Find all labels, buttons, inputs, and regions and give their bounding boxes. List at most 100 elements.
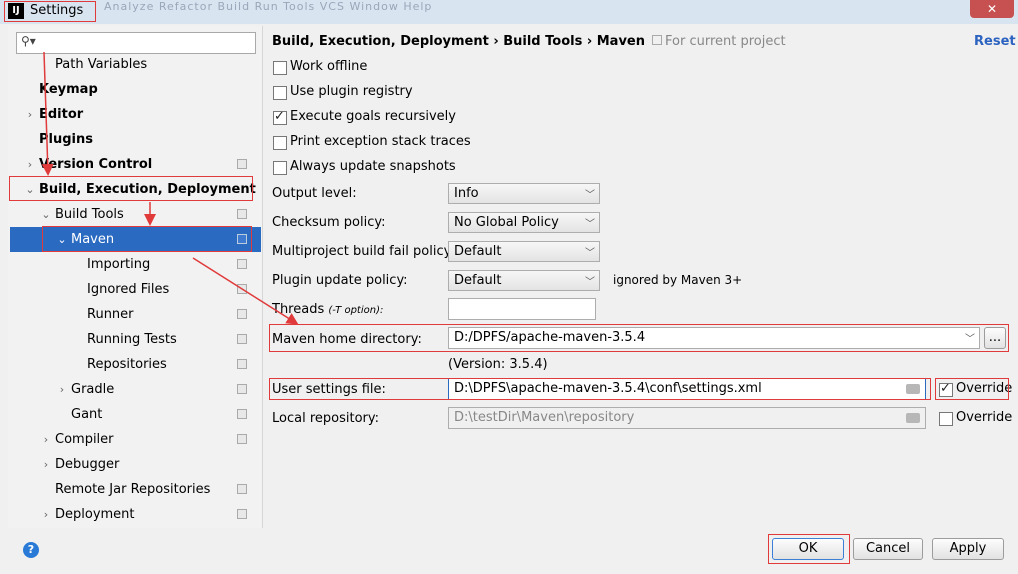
chevron-down-icon[interactable]: ⌄ bbox=[40, 202, 52, 227]
sidebar-item-gant[interactable]: Gant bbox=[10, 402, 261, 427]
ignored-note: ignored by Maven 3+ bbox=[613, 273, 743, 287]
chevron-down-icon: ﹀ bbox=[585, 277, 595, 288]
plugin-update-policy-label: Plugin update policy: bbox=[272, 273, 408, 288]
local-repo-value: D:\testDir\Maven\repository bbox=[454, 410, 635, 425]
project-scope-icon bbox=[237, 309, 247, 319]
title-bar: IJ Settings Analyze Refactor Build Run T… bbox=[0, 0, 1018, 24]
search-icon: ⚲▾ bbox=[21, 34, 36, 48]
checkbox-label: Execute goals recursively bbox=[290, 109, 456, 124]
chevron-right-icon[interactable]: › bbox=[40, 502, 52, 527]
project-scope-icon bbox=[237, 484, 247, 494]
chevron-right-icon[interactable]: › bbox=[40, 452, 52, 477]
sidebar-item-runner[interactable]: Runner bbox=[10, 302, 261, 327]
annotation-box-maven-home bbox=[269, 324, 1009, 352]
project-scope-icon bbox=[237, 509, 247, 519]
checkbox-execute-goals-recursively[interactable] bbox=[273, 109, 287, 125]
sidebar-item-label: Gradle bbox=[71, 382, 115, 397]
plugin-update-policy-select[interactable]: Default ﹀ bbox=[448, 270, 600, 291]
threads-input[interactable] bbox=[448, 298, 596, 320]
sidebar-item-version-control[interactable]: › Version Control bbox=[10, 152, 261, 177]
sidebar-item-remote-jar-repositories[interactable]: Remote Jar Repositories bbox=[10, 477, 261, 502]
project-scope-icon bbox=[237, 409, 247, 419]
chevron-right-icon[interactable]: › bbox=[24, 102, 36, 127]
threads-label-text: Threads bbox=[272, 302, 325, 317]
fail-policy-value: Default bbox=[454, 244, 502, 259]
local-repo-label: Local repository: bbox=[272, 411, 379, 426]
sidebar-item-editor[interactable]: › Editor bbox=[10, 102, 261, 127]
checkbox-work-offline[interactable] bbox=[273, 61, 287, 75]
checksum-policy-select[interactable]: No Global Policy ﹀ bbox=[448, 212, 600, 233]
chevron-down-icon: ﹀ bbox=[585, 248, 595, 259]
sidebar-item-label: Compiler bbox=[55, 432, 114, 447]
project-scope-icon bbox=[237, 359, 247, 369]
sidebar-item-debugger[interactable]: › Debugger bbox=[10, 452, 261, 477]
sidebar-item-deployment[interactable]: › Deployment bbox=[10, 502, 261, 527]
annotation-box-override bbox=[935, 378, 1009, 400]
output-level-select[interactable]: Info ﹀ bbox=[448, 183, 600, 204]
checkbox-print-exception-stack-traces[interactable] bbox=[273, 136, 287, 150]
sidebar-item-label: Build Tools bbox=[55, 207, 124, 222]
annotation-box-maven bbox=[42, 226, 252, 252]
fail-policy-label: Multiproject build fail policy: bbox=[272, 244, 455, 259]
project-scope-icon bbox=[237, 384, 247, 394]
breadcrumb: Build, Execution, Deployment › Build Too… bbox=[272, 34, 645, 49]
reset-link[interactable]: Reset bbox=[974, 34, 1016, 49]
settings-search-input[interactable]: ⚲▾ bbox=[16, 32, 256, 54]
output-level-label: Output level: bbox=[272, 186, 357, 201]
chevron-right-icon[interactable]: › bbox=[40, 427, 52, 452]
sidebar-item-label: Keymap bbox=[39, 82, 98, 97]
sidebar-item-label: Editor bbox=[39, 107, 84, 122]
chevron-right-icon[interactable]: › bbox=[24, 152, 36, 177]
sidebar-item-label: Running Tests bbox=[87, 332, 177, 347]
help-button[interactable]: ? bbox=[23, 542, 39, 558]
chevron-down-icon: ﹀ bbox=[585, 190, 595, 201]
for-project-text: For current project bbox=[665, 34, 786, 49]
sidebar-item-importing[interactable]: Importing bbox=[10, 252, 261, 277]
sidebar-item-ignored-files[interactable]: Ignored Files bbox=[10, 277, 261, 302]
checkbox-label: Always update snapshots bbox=[290, 159, 456, 174]
sidebar-item-gradle[interactable]: › Gradle bbox=[10, 377, 261, 402]
folder-icon[interactable] bbox=[906, 413, 920, 423]
for-current-project-label: For current project bbox=[652, 34, 786, 49]
checksum-policy-value: No Global Policy bbox=[454, 215, 559, 230]
checkbox-use-plugin-registry[interactable] bbox=[273, 86, 287, 100]
project-scope-icon bbox=[237, 259, 247, 269]
chevron-down-icon: ﹀ bbox=[585, 219, 595, 230]
sidebar-item-label: Repositories bbox=[87, 357, 167, 372]
sidebar-item-running-tests[interactable]: Running Tests bbox=[10, 327, 261, 352]
sidebar-item-build-tools[interactable]: ⌄ Build Tools bbox=[10, 202, 261, 227]
sidebar-item-plugins[interactable]: Plugins bbox=[10, 127, 261, 152]
checksum-policy-label: Checksum policy: bbox=[272, 215, 386, 230]
maven-version-label: (Version: 3.5.4) bbox=[448, 357, 548, 372]
sidebar-item-label: Plugins bbox=[39, 132, 93, 147]
sidebar-item-path-variables[interactable]: Path Variables bbox=[10, 52, 261, 77]
sidebar-item-compiler[interactable]: › Compiler bbox=[10, 427, 261, 452]
checkbox-always-update-snapshots[interactable] bbox=[273, 161, 287, 175]
local-repo-override-label: Override bbox=[956, 410, 1013, 425]
project-scope-icon bbox=[652, 35, 662, 45]
output-level-value: Info bbox=[454, 186, 479, 201]
sidebar-item-label: Path Variables bbox=[55, 57, 148, 72]
cancel-button[interactable]: Cancel bbox=[853, 538, 923, 560]
project-scope-icon bbox=[237, 209, 247, 219]
sidebar-item-label: Ignored Files bbox=[87, 282, 170, 297]
sidebar-item-repositories[interactable]: Repositories bbox=[10, 352, 261, 377]
apply-button[interactable]: Apply bbox=[932, 538, 1004, 560]
project-scope-icon bbox=[237, 334, 247, 344]
local-repo-override-checkbox[interactable] bbox=[939, 412, 953, 426]
annotation-box-build bbox=[9, 176, 253, 201]
annotation-box-title bbox=[4, 1, 96, 22]
project-scope-icon bbox=[237, 159, 247, 169]
fail-policy-select[interactable]: Default ﹀ bbox=[448, 241, 600, 262]
chevron-right-icon[interactable]: › bbox=[56, 377, 68, 402]
plugin-update-policy-value: Default bbox=[454, 273, 502, 288]
threads-hint: (-T option): bbox=[328, 305, 384, 316]
project-scope-icon bbox=[237, 434, 247, 444]
sidebar-item-keymap[interactable]: Keymap bbox=[10, 77, 261, 102]
checkbox-label: Use plugin registry bbox=[290, 84, 413, 99]
local-repo-input[interactable]: D:\testDir\Maven\repository bbox=[448, 407, 926, 429]
sidebar-item-label: Runner bbox=[87, 307, 134, 322]
sidebar-item-label: Debugger bbox=[55, 457, 120, 472]
checkbox-label: Print exception stack traces bbox=[290, 134, 471, 149]
close-window-button[interactable]: ✕ bbox=[970, 0, 1014, 18]
